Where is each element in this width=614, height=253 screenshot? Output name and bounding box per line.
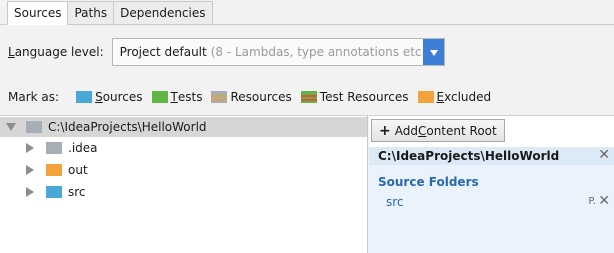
mark-as-row: Mark as: Sources Tests Resources Test Re… [8,88,500,106]
source-folders-section: Source Folders src P. ✕ [369,165,614,253]
folder-gray-icon [46,142,62,154]
folder-gray-icon [26,121,42,133]
add-content-root-button[interactable]: + Add Content Root [371,119,505,142]
mark-sources-button[interactable]: Sources [76,90,143,104]
folder-resources-icon [211,91,228,103]
folder-green-icon [151,91,168,103]
tree-item-out[interactable]: out [26,160,88,180]
tree-root-item[interactable]: C:\IdeaProjects\HelloWorld [0,117,367,137]
chevron-down-icon[interactable] [422,39,444,65]
folder-blue-icon [46,186,62,198]
tree-item-label: out [68,163,88,177]
content-root-panel: + Add Content Root C:\IdeaProjects\Hello… [369,115,614,253]
content-root-header: C:\IdeaProjects\HelloWorld ✕ [369,147,614,165]
tab-paths[interactable]: Paths [67,1,114,25]
mark-test-resources-button[interactable]: Test Resources [300,90,409,104]
collapse-caret-icon[interactable] [26,187,34,197]
tree-root-label: C:\IdeaProjects\HelloWorld [48,120,207,134]
properties-icon[interactable]: P. [588,196,596,207]
content-root-path: C:\IdeaProjects\HelloWorld [378,149,560,163]
collapse-caret-icon[interactable] [26,165,34,175]
language-level-select[interactable]: Project default (8 - Lambdas, type annot… [111,38,445,66]
plus-icon: + [379,122,391,139]
source-folders-title: Source Folders [378,175,479,189]
tab-bar: Sources Paths Dependencies [7,1,213,25]
language-level-label: Language level: [8,45,104,59]
tree-item-idea[interactable]: .idea [26,138,98,158]
mark-resources-button[interactable]: Resources [211,90,292,104]
folder-blue-icon [76,91,93,103]
folder-orange-icon [417,91,434,103]
language-level-row: Language level: Project default (8 - Lam… [8,38,445,66]
close-icon[interactable]: ✕ [598,148,610,162]
mark-excluded-button[interactable]: Excluded [417,90,491,104]
expand-caret-icon[interactable] [6,123,16,131]
source-folder-item[interactable]: src [386,195,404,209]
tree-item-label: .idea [68,141,98,155]
tree-item-src[interactable]: src [26,182,86,202]
content-root-tree: C:\IdeaProjects\HelloWorld .idea out src [0,115,368,253]
mark-as-label: Mark as: [8,90,60,104]
language-level-hint: (8 - Lambdas, type annotations etc.) [210,45,431,59]
tree-item-label: src [68,185,86,199]
collapse-caret-icon[interactable] [26,143,34,153]
folder-orange-icon [46,164,62,176]
language-level-value: Project default [119,45,207,59]
folder-test-resources-icon [300,91,317,103]
tab-sources[interactable]: Sources [7,1,68,25]
close-icon[interactable]: ✕ [598,194,610,208]
mark-tests-button[interactable]: Tests [151,90,202,104]
tab-dependencies[interactable]: Dependencies [113,1,213,25]
